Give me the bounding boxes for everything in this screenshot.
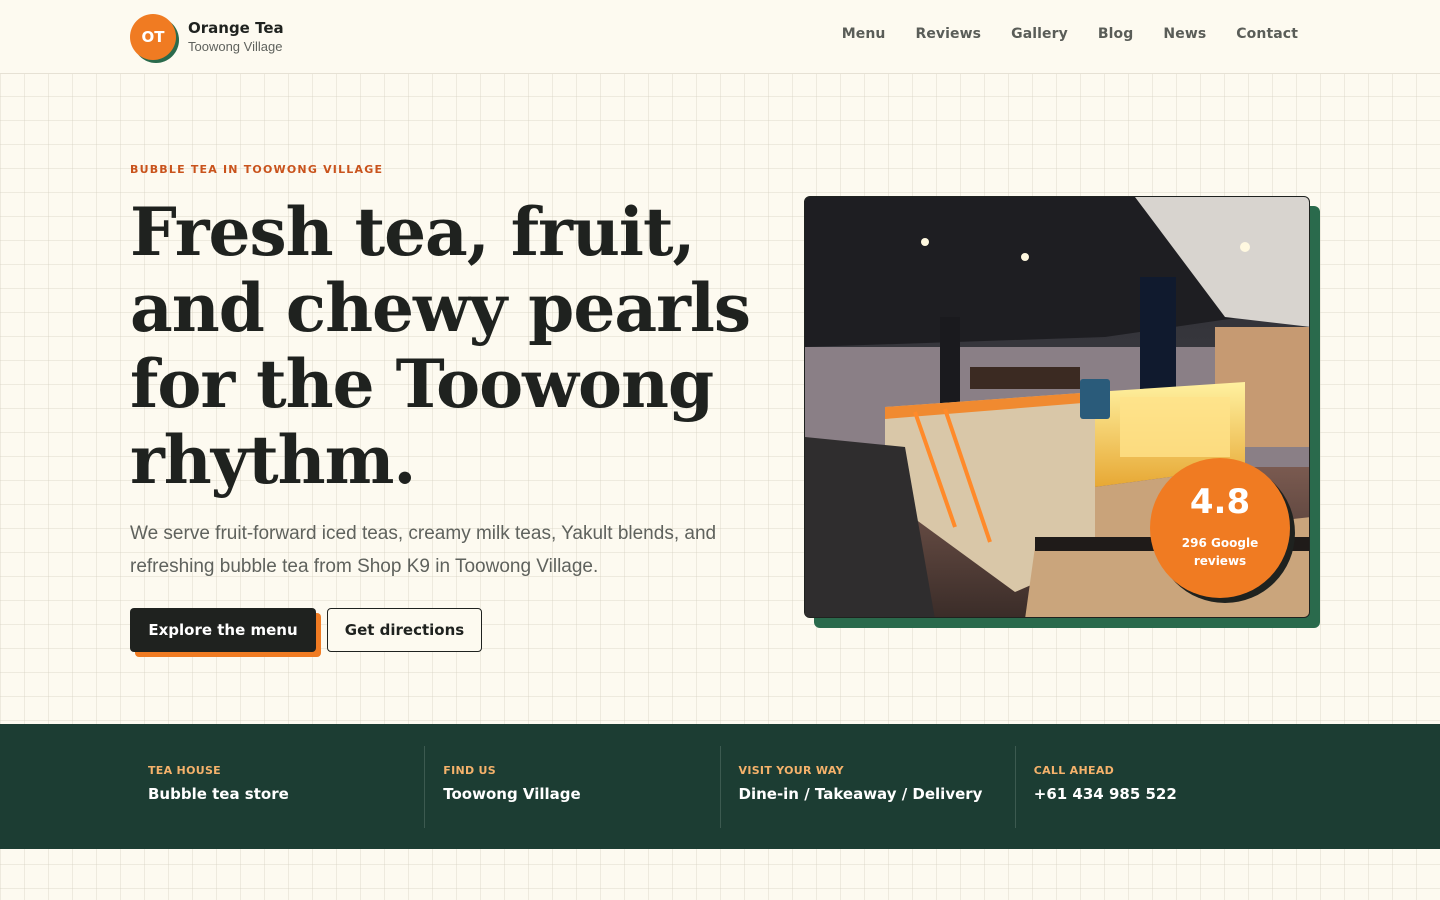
nav-news[interactable]: News — [1163, 26, 1206, 42]
brand-text: Orange Tea Toowong Village — [188, 18, 284, 56]
rating-score: 4.8 — [1189, 482, 1251, 522]
info-item-find-us: FIND US Toowong Village — [425, 746, 721, 828]
info-label: TEA HOUSE — [148, 764, 221, 777]
phone-number[interactable]: +61 434 985 522 — [1034, 785, 1292, 803]
nav-contact[interactable]: Contact — [1236, 26, 1298, 42]
info-item-visit-your-way: VISIT YOUR WAY Dine-in / Takeaway / Deli… — [721, 746, 1016, 828]
nav-blog[interactable]: Blog — [1098, 26, 1134, 42]
rating-badge: 4.8 296 Google reviews — [1150, 458, 1290, 598]
rating-label: 296 Google reviews — [1181, 536, 1259, 568]
nav-reviews[interactable]: Reviews — [915, 26, 981, 42]
explore-menu-button[interactable]: Explore the menu — [130, 608, 316, 652]
hero-headline: Fresh tea, fruit, and chewy pearls for t… — [130, 193, 751, 499]
info-value: Toowong Village — [443, 785, 581, 803]
brand-name: Orange Tea — [188, 19, 284, 37]
main-nav: Menu Reviews Gallery Blog News Contact — [842, 26, 1298, 42]
hero-eyebrow: BUBBLE TEA IN TOOWONG VILLAGE — [130, 163, 384, 176]
logo[interactable]: OT — [130, 14, 176, 60]
info-item-call-ahead: CALL AHEAD +61 434 985 522 — [1016, 746, 1310, 828]
nav-menu[interactable]: Menu — [842, 26, 886, 42]
info-item-tea-house: TEA HOUSE Bubble tea store — [130, 746, 426, 828]
get-directions-button[interactable]: Get directions — [327, 608, 482, 652]
brand-location: Toowong Village — [188, 39, 283, 54]
site-header: OT Orange Tea Toowong Village Menu Revie… — [0, 0, 1440, 74]
info-bar: TEA HOUSE Bubble tea store FIND US Toowo… — [0, 724, 1440, 849]
brand[interactable]: OT Orange Tea Toowong Village — [130, 14, 284, 60]
info-label: VISIT YOUR WAY — [738, 764, 844, 777]
hero-lead: We serve fruit-forward iced teas, creamy… — [130, 523, 717, 577]
info-label: FIND US — [443, 764, 496, 777]
info-value: Dine-in / Takeaway / Delivery — [738, 785, 983, 803]
info-label: CALL AHEAD — [1033, 764, 1115, 777]
nav-gallery[interactable]: Gallery — [1011, 26, 1068, 42]
info-grid: TEA HOUSE Bubble tea store FIND US Toowo… — [130, 746, 1310, 828]
info-value: Bubble tea store — [148, 785, 289, 803]
